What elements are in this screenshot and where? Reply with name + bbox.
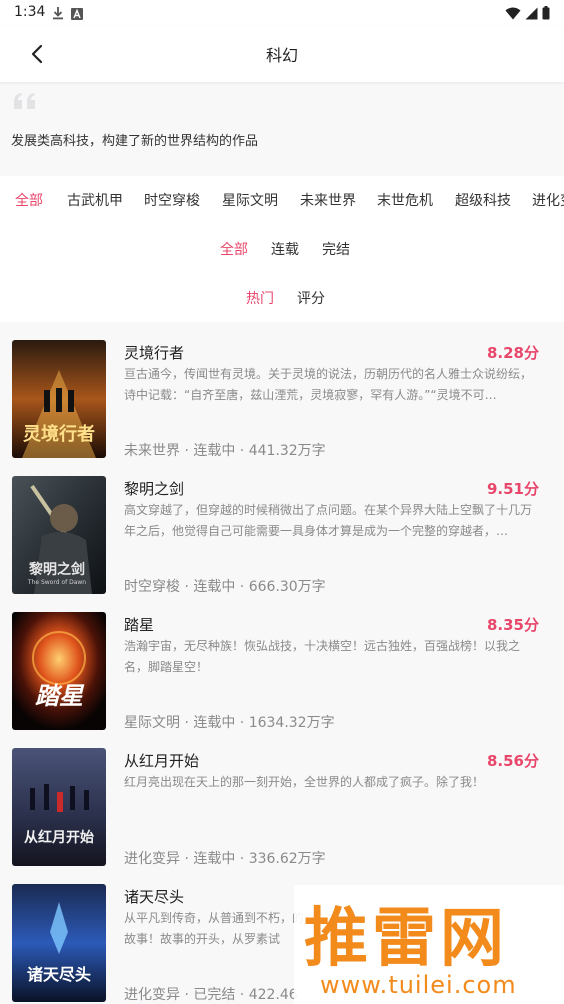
book-score: 8.56分	[486, 752, 539, 770]
book-meta: 进化变异 · 连载中 · 336.62万字	[124, 851, 326, 867]
page-title: 科幻	[265, 46, 298, 65]
book-title: 踏星	[124, 616, 155, 634]
filter-category-moshiweiji[interactable]: 末世危机	[377, 190, 433, 210]
book-description: 浩瀚宇宙，无尽种族！恢弘战技，十决横空！远古独姓，百强战榜！以我之名，脚踏星空！	[124, 639, 521, 674]
book-description: 从平凡到传奇，从普通到不朽，的故事！故事的开头，从罗素试	[124, 911, 304, 946]
book-title: 诸天尽头	[124, 888, 185, 906]
filter-status-completed[interactable]: 完结	[322, 239, 350, 259]
watermark-url: www.tuilei.com	[320, 971, 517, 999]
book-description: 亘古通今，传闻世有灵境。关于灵境的说法，历朝历代的名人雅士众说纷纭，诗中记载：“…	[124, 367, 533, 402]
book-title: 黎明之剑	[124, 480, 185, 498]
book-item[interactable]: 黎明之剑 The Sword of Dawn 黎明之剑 9.51分 高文穿越了，…	[0, 458, 564, 595]
book-score: 8.28分	[486, 344, 539, 362]
quote-icon	[12, 92, 38, 114]
filter-category-shikongchuansuo[interactable]: 时空穿梭	[144, 190, 200, 210]
book-item[interactable]: 从红月开始 从红月开始 8.56分 红月亮出现在天上的那一刻开始，全世界的人都成…	[0, 730, 564, 867]
filter-status-serializing[interactable]: 连载	[271, 239, 299, 259]
wifi-icon	[505, 5, 521, 24]
book-cover: 灵境行者	[12, 340, 106, 458]
book-title: 从红月开始	[124, 752, 200, 770]
category-description-text: 发展类高科技，构建了新的世界结构的作品	[11, 134, 259, 149]
top-nav-bar: 科幻	[0, 26, 564, 82]
book-cover: 黎明之剑 The Sword of Dawn	[12, 476, 106, 594]
status-filter-row: 全部 连载 完结	[0, 229, 564, 269]
cover-title-text: 从红月开始	[24, 829, 94, 846]
filter-category-guwujijia[interactable]: 古武机甲	[67, 190, 123, 210]
filter-category-xingjiwenming[interactable]: 星际文明	[222, 190, 278, 210]
cover-title-text: 诸天尽头	[27, 965, 91, 984]
status-bar: 1:34	[0, 0, 564, 26]
book-cover: 诸天尽头	[12, 884, 106, 1002]
watermark-logo: 推雷网 www.tuilei.com	[294, 885, 564, 1004]
book-item[interactable]: 灵境行者 灵境行者 8.28分 亘古通今，传闻世有灵境。关于灵境的说法，历朝历代…	[0, 322, 564, 459]
cover-subtitle-text: The Sword of Dawn	[27, 579, 86, 586]
watermark-text: 推雷网	[304, 902, 508, 976]
book-meta: 星际文明 · 连载中 · 1634.32万字	[124, 715, 335, 731]
category-description-panel: 发展类高科技，构建了新的世界结构的作品	[0, 82, 564, 176]
filter-category-jinhuabianyi[interactable]: 进化变异	[532, 190, 564, 210]
status-time: 1:34	[14, 4, 46, 20]
battery-icon	[542, 5, 550, 24]
cover-title-text: 黎明之剑	[29, 561, 85, 578]
category-filter-row: 全部 古武机甲 时空穿梭 星际文明 未来世界 末世危机 超级科技 进化变异	[0, 180, 564, 220]
sort-hot[interactable]: 热门	[246, 288, 274, 308]
book-title: 灵境行者	[124, 344, 185, 362]
book-cover: 从红月开始	[12, 748, 106, 866]
cover-title-text: 踏星	[35, 682, 85, 710]
book-score: 9.51分	[486, 480, 539, 498]
notification-a-icon	[71, 5, 83, 24]
sort-filter-row: 热门 评分	[0, 278, 564, 318]
book-meta: 进化变异 · 已完结 · 422.46	[124, 987, 298, 1003]
book-score: 8.35分	[486, 616, 539, 634]
book-cover: 踏星	[12, 612, 106, 730]
sort-rating[interactable]: 评分	[297, 288, 325, 308]
signal-icon	[525, 5, 538, 24]
filter-status-all[interactable]: 全部	[220, 239, 248, 259]
book-meta: 时空穿梭 · 连载中 · 666.30万字	[124, 579, 326, 595]
cover-title-text: 灵境行者	[23, 423, 95, 445]
filter-category-chaojikeji[interactable]: 超级科技	[455, 190, 511, 210]
book-description: 高文穿越了，但穿越的时候稍微出了点问题。在某个异界大陆上空飘了十几万年之后，他觉…	[124, 503, 533, 538]
book-item[interactable]: 踏星 踏星 8.35分 浩瀚宇宙，无尽种族！恢弘战技，十决横空！远古独姓，百强战…	[0, 594, 564, 731]
download-icon	[52, 5, 64, 24]
filter-category-all[interactable]: 全部	[15, 190, 43, 210]
filter-category-weilaishijie[interactable]: 未来世界	[300, 190, 356, 210]
book-meta: 未来世界 · 连载中 · 441.32万字	[124, 443, 326, 459]
book-description: 红月亮出现在天上的那一刻开始，全世界的人都成了疯子。除了我！	[124, 775, 485, 789]
